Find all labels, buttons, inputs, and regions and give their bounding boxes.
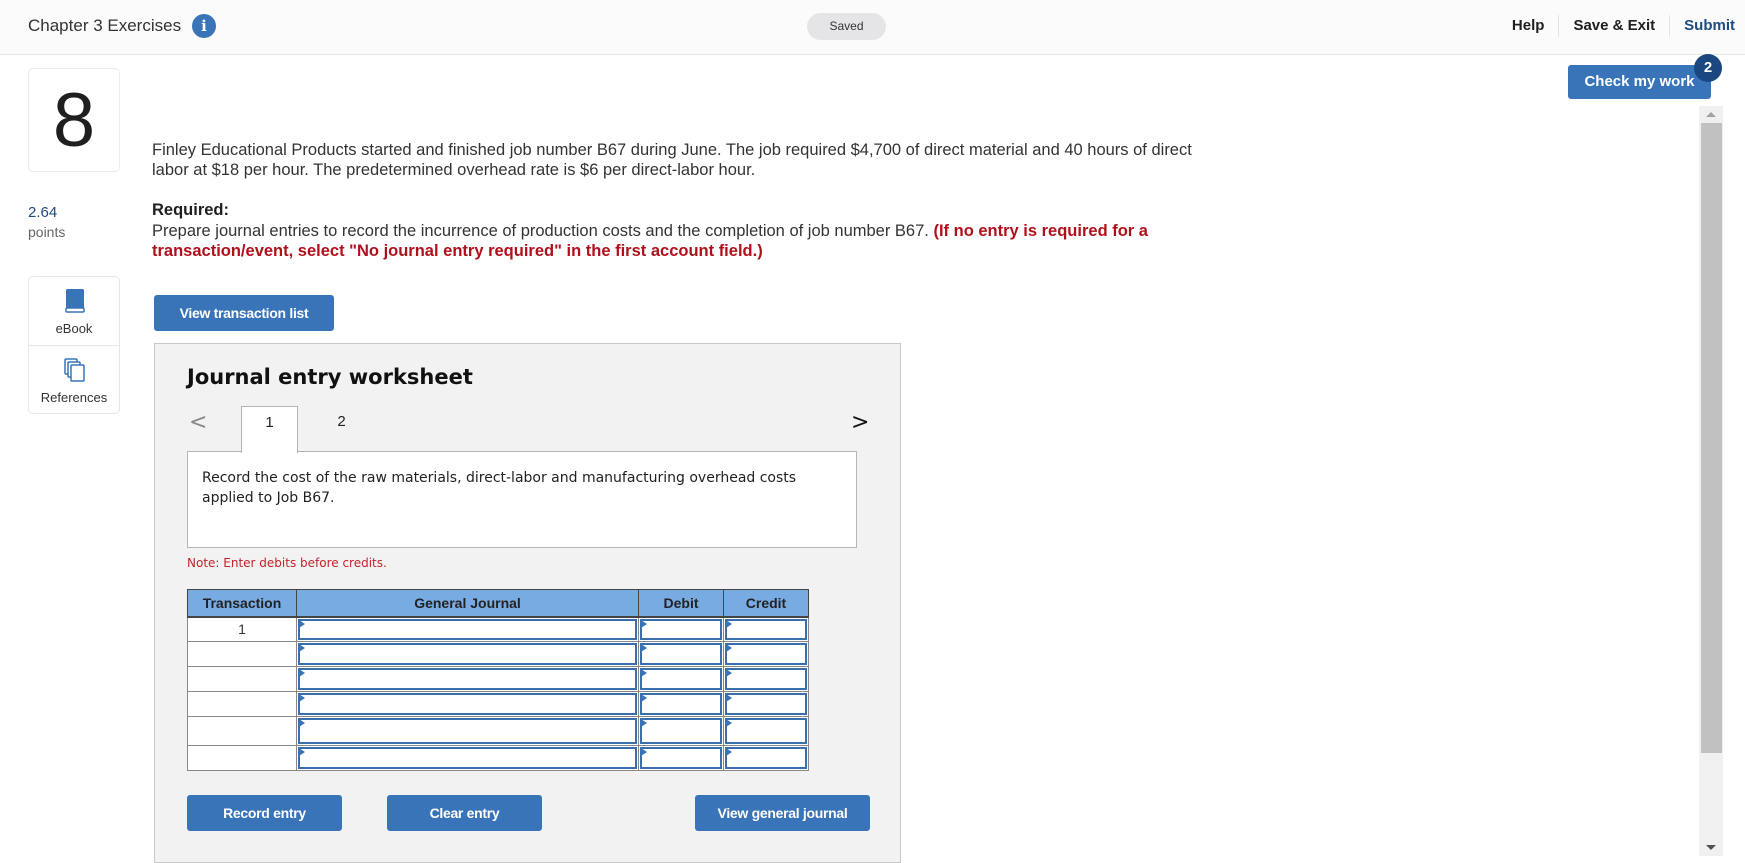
account-cell (296, 641, 639, 667)
transaction-cell (187, 745, 297, 771)
transaction-cell (187, 666, 297, 692)
transaction-cell (187, 716, 297, 746)
entry-description: Record the cost of the raw materials, di… (187, 451, 857, 548)
account-field[interactable] (298, 693, 637, 715)
references-button[interactable]: References (29, 345, 119, 413)
account-cell (296, 716, 639, 746)
top-nav: Help Save & Exit Submit (1498, 0, 1745, 52)
credit-field[interactable] (725, 618, 807, 640)
question-text: Finley Educational Products started and … (152, 141, 1192, 179)
book-icon (65, 289, 85, 313)
ebook-button[interactable]: eBook (29, 277, 119, 345)
top-bar: Chapter 3 Exercises i Saved Help Save & … (0, 0, 1745, 55)
credit-cell (723, 666, 809, 692)
transaction-cell (187, 641, 297, 667)
submit-link[interactable]: Submit (1669, 15, 1745, 37)
debit-cell (638, 666, 724, 692)
credit-cell (723, 745, 809, 771)
view-transaction-list-button[interactable]: View transaction list (154, 295, 334, 331)
credit-cell (723, 716, 809, 746)
chevron-right-icon[interactable]: > (851, 410, 869, 435)
account-cell (296, 745, 639, 771)
question-number: 8 (28, 68, 120, 172)
debit-cell (638, 616, 724, 642)
scroll-down-arrow-icon[interactable] (1706, 845, 1716, 850)
ebook-label: eBook (55, 321, 93, 336)
account-field[interactable] (298, 718, 637, 744)
required-text: Prepare journal entries to record the in… (152, 221, 1212, 261)
vertical-scrollbar[interactable] (1699, 106, 1723, 856)
credit-cell (723, 691, 809, 717)
journal-entry-worksheet: Journal entry worksheet < 1 2 > Record t… (154, 343, 901, 863)
debit-field[interactable] (640, 718, 722, 744)
transaction-cell: 1 (187, 616, 297, 642)
info-icon[interactable]: i (192, 14, 216, 38)
debit-field[interactable] (640, 618, 722, 640)
account-cell (296, 666, 639, 692)
table-row (187, 716, 809, 746)
record-entry-button[interactable]: Record entry (187, 795, 342, 831)
points-label: points (28, 224, 66, 240)
view-general-journal-button[interactable]: View general journal (695, 795, 870, 831)
journal-table: Transaction General Journal Debit Credit… (187, 589, 809, 771)
credit-cell (723, 641, 809, 667)
transaction-cell (187, 691, 297, 717)
table-row (187, 691, 809, 717)
references-label: References (40, 390, 108, 405)
table-row: 1 (187, 616, 809, 642)
required-heading: Required: (152, 201, 230, 219)
account-field[interactable] (298, 618, 637, 640)
account-cell (296, 691, 639, 717)
debit-cell (638, 745, 724, 771)
account-field[interactable] (298, 643, 637, 665)
clear-entry-button[interactable]: Clear entry (387, 795, 542, 831)
debit-cell (638, 716, 724, 746)
worksheet-title: Journal entry worksheet (187, 365, 473, 389)
chevron-left-icon[interactable]: < (189, 410, 207, 435)
column-header-credit: Credit (723, 589, 809, 618)
check-my-work-button[interactable]: Check my work (1568, 65, 1711, 99)
credit-field[interactable] (725, 668, 807, 690)
debit-cell (638, 641, 724, 667)
tab-1[interactable]: 1 (241, 406, 298, 453)
column-header-debit: Debit (638, 589, 724, 618)
debit-field[interactable] (640, 668, 722, 690)
scroll-thumb[interactable] (1701, 123, 1722, 753)
table-row (187, 641, 809, 667)
references-icon (64, 358, 85, 382)
credit-field[interactable] (725, 747, 807, 769)
credit-field[interactable] (725, 643, 807, 665)
assignment-title: Chapter 3 Exercises (28, 16, 182, 35)
column-header-general-journal: General Journal (296, 589, 639, 618)
tab-2[interactable]: 2 (313, 406, 370, 453)
debit-credit-note: Note: Enter debits before credits. (187, 556, 387, 570)
account-field[interactable] (298, 747, 637, 769)
credit-cell (723, 616, 809, 642)
debit-field[interactable] (640, 747, 722, 769)
account-field[interactable] (298, 668, 637, 690)
column-header-transaction: Transaction (187, 589, 297, 618)
save-exit-link[interactable]: Save & Exit (1558, 15, 1669, 37)
account-cell (296, 616, 639, 642)
debit-field[interactable] (640, 693, 722, 715)
points-value: 2.64 (28, 204, 58, 221)
resource-tools: eBook References (28, 276, 120, 414)
attempts-badge: 2 (1694, 54, 1722, 82)
credit-field[interactable] (725, 718, 807, 744)
required-instruction: Prepare journal entries to record the in… (152, 222, 934, 240)
help-link[interactable]: Help (1498, 15, 1559, 37)
table-row (187, 666, 809, 692)
debit-field[interactable] (640, 643, 722, 665)
debit-cell (638, 691, 724, 717)
saved-status-badge: Saved (807, 13, 886, 40)
table-row (187, 745, 809, 771)
scroll-up-arrow-icon[interactable] (1706, 112, 1716, 117)
credit-field[interactable] (725, 693, 807, 715)
